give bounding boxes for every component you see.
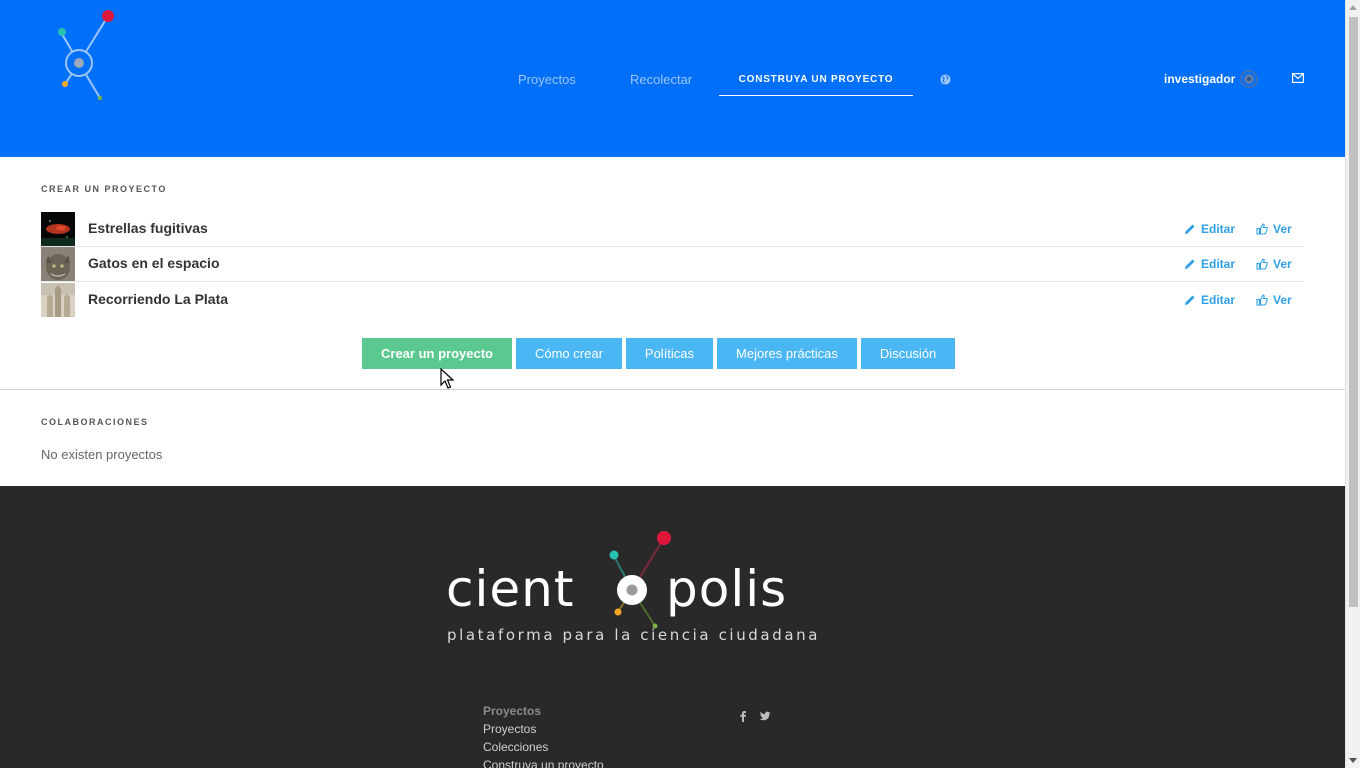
footer-brand-logo[interactable]: cient polis plataforma para la ciencia c… (446, 530, 817, 650)
pencil-icon (1185, 224, 1195, 234)
project-name[interactable]: Gatos en el espacio (88, 255, 220, 271)
thumbs-up-icon (1256, 294, 1268, 306)
footer: cient polis plataforma para la ciencia c… (0, 486, 1345, 768)
view-button[interactable]: Ver (1256, 222, 1292, 236)
empty-state-text: No existen proyectos (41, 447, 163, 462)
brand-word-right: polis (666, 560, 788, 618)
project-row: Recorriendo La Plata Editar Ver (41, 283, 1304, 318)
facebook-icon[interactable] (737, 710, 749, 722)
best-practices-button[interactable]: Mejores prácticas (717, 338, 857, 369)
scroll-up-icon[interactable] (1349, 5, 1357, 10)
brand-mark-icon (609, 531, 671, 629)
footer-link-projects[interactable]: Proyectos (483, 720, 604, 738)
site-logo[interactable] (50, 6, 122, 102)
vertical-scrollbar[interactable] (1345, 0, 1360, 768)
globe-icon[interactable] (940, 74, 951, 85)
thumbs-up-icon (1256, 223, 1268, 235)
view-label: Ver (1273, 257, 1292, 271)
view-label: Ver (1273, 222, 1292, 236)
footer-column-heading: Proyectos (483, 704, 542, 718)
edit-label: Editar (1201, 222, 1236, 236)
section-title-collaborations: COLABORACIONES (41, 417, 149, 427)
nav-build-project[interactable]: CONSTRUYA UN PROYECTO (719, 63, 913, 96)
twitter-icon[interactable] (759, 710, 771, 722)
view-label: Ver (1273, 293, 1292, 307)
footer-links-column: Proyectos Proyectos Colecciones Construy… (483, 702, 604, 768)
mouse-cursor-icon (440, 368, 454, 389)
discussion-button[interactable]: Discusión (860, 338, 956, 369)
section-title-create: CREAR UN PROYECTO (41, 184, 167, 194)
edit-button[interactable]: Editar (1184, 257, 1235, 271)
page: Proyectos Recolectar CONSTRUYA UN PROYEC… (0, 0, 1345, 768)
scrollbar-thumb[interactable] (1349, 17, 1358, 607)
edit-label: Editar (1201, 293, 1236, 307)
thumbs-up-icon (1256, 258, 1268, 270)
footer-link-collections[interactable]: Colecciones (483, 738, 604, 756)
policies-button[interactable]: Políticas (625, 338, 714, 369)
section-divider (0, 389, 1345, 390)
edit-button[interactable]: Editar (1184, 222, 1235, 236)
avatar[interactable] (1240, 70, 1258, 88)
user-name[interactable]: investigador (1164, 72, 1235, 86)
project-row: Gatos en el espacio Editar Ver (41, 247, 1304, 282)
brand-word-left: cient (446, 560, 575, 618)
nav-projects[interactable]: Proyectos (518, 72, 576, 87)
project-row: Estrellas fugitivas Editar Ver (41, 212, 1304, 247)
pencil-icon (1185, 259, 1195, 269)
project-thumbnail[interactable] (41, 212, 75, 246)
brand-tagline: plataforma para la ciencia ciudadana (447, 626, 821, 644)
project-thumbnail[interactable] (41, 247, 75, 281)
project-thumbnail[interactable] (41, 283, 75, 317)
project-name[interactable]: Estrellas fugitivas (88, 220, 208, 236)
footer-link-build-project[interactable]: Construya un proyecto (483, 756, 604, 768)
create-project-button[interactable]: Crear un proyecto (362, 338, 512, 369)
view-button[interactable]: Ver (1256, 293, 1292, 307)
top-header: Proyectos Recolectar CONSTRUYA UN PROYEC… (0, 0, 1345, 157)
mail-icon[interactable] (1292, 73, 1304, 83)
pencil-icon (1185, 295, 1195, 305)
project-name[interactable]: Recorriendo La Plata (88, 291, 228, 307)
scroll-down-icon[interactable] (1349, 758, 1357, 763)
edit-label: Editar (1201, 257, 1236, 271)
view-button[interactable]: Ver (1256, 257, 1292, 271)
project-actions-bar: Crear un proyecto Cómo crear Políticas M… (362, 338, 956, 369)
how-to-create-button[interactable]: Cómo crear (515, 338, 622, 369)
nav-collect[interactable]: Recolectar (630, 72, 692, 87)
edit-button[interactable]: Editar (1184, 293, 1235, 307)
